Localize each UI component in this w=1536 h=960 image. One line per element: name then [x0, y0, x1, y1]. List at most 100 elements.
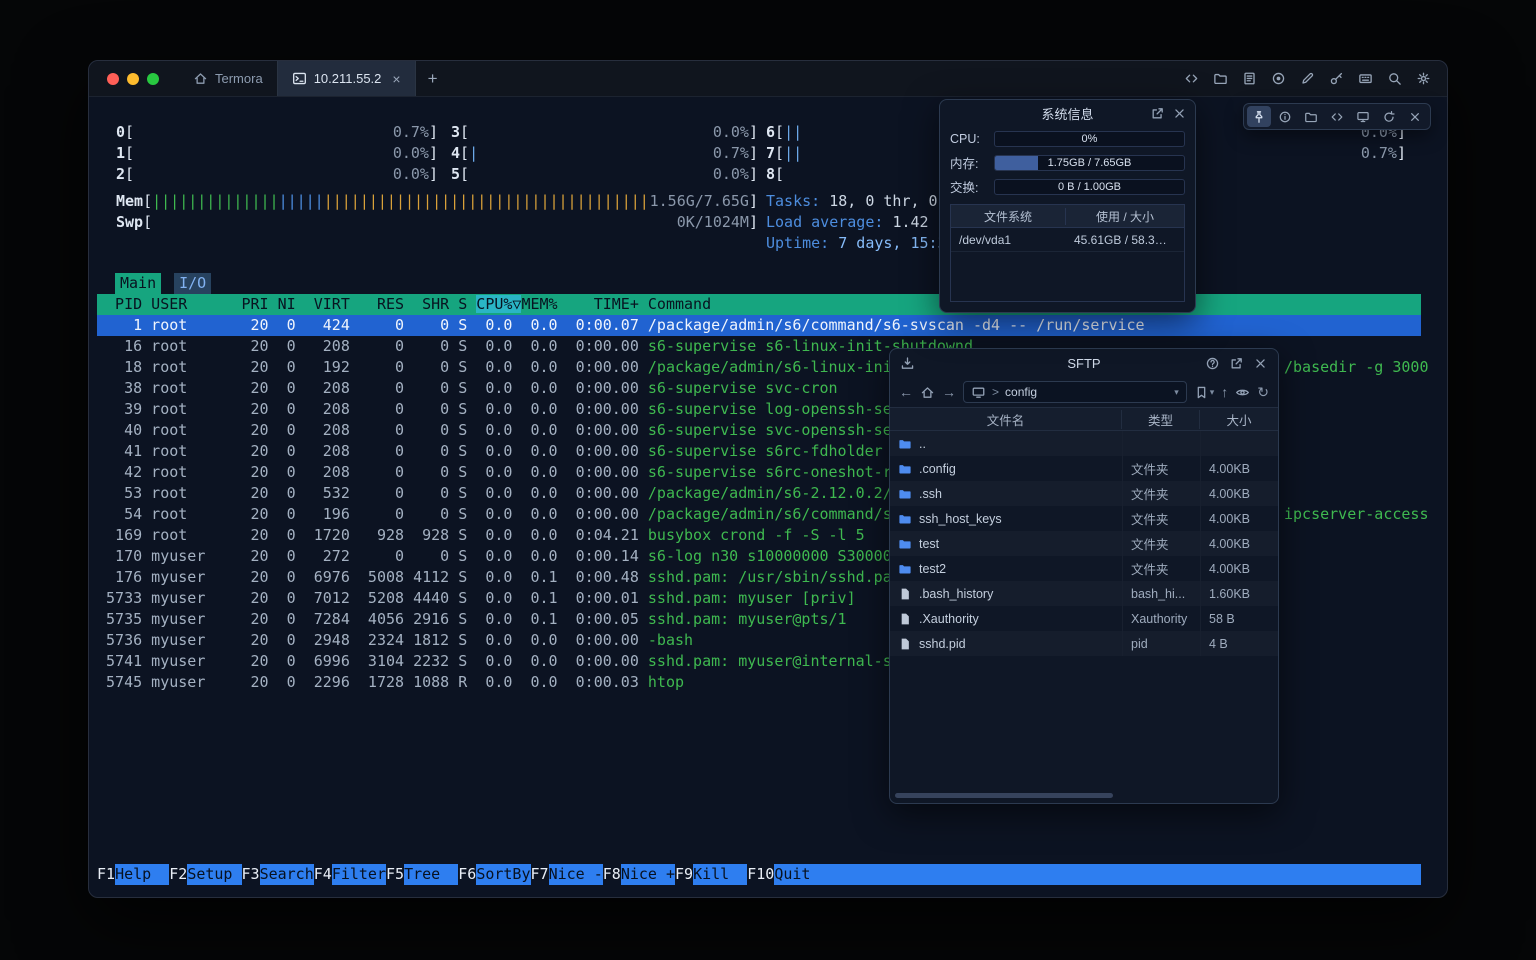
- column-filename[interactable]: 文件名: [890, 410, 1122, 429]
- close-panel-icon[interactable]: [1172, 106, 1187, 121]
- filefill-icon: [898, 612, 912, 626]
- panel-title: 系统信息: [1041, 104, 1093, 123]
- fkey-f8[interactable]: F8: [603, 864, 621, 885]
- htop-tab-main[interactable]: Main: [115, 273, 161, 294]
- fkey-label-f1[interactable]: Help: [115, 864, 169, 885]
- tasks-summary: Tasks: 18, 0 thr, 0: [766, 191, 938, 212]
- key-icon[interactable]: [1324, 67, 1348, 91]
- file-row-test[interactable]: test文件夹4.00KB: [890, 531, 1278, 556]
- eye-icon: [1235, 385, 1250, 400]
- file-row-.ssh[interactable]: .ssh文件夹4.00KB: [890, 481, 1278, 506]
- file-row-test2[interactable]: test2文件夹4.00KB: [890, 556, 1278, 581]
- tab-session-10-211-55-2[interactable]: 10.211.55.2 ×: [277, 61, 416, 96]
- tab-termora[interactable]: Termora: [179, 61, 277, 96]
- fkey-label-f10[interactable]: Quit: [774, 864, 828, 885]
- show-hidden-icon[interactable]: [1235, 385, 1250, 400]
- cpu-meter-4: 4[|0.7%]: [451, 143, 758, 164]
- file-row-ssh_host_keys[interactable]: ssh_host_keys文件夹4.00KB: [890, 506, 1278, 531]
- column-size[interactable]: 大小: [1200, 410, 1278, 429]
- file-row-.config[interactable]: .config文件夹4.00KB: [890, 456, 1278, 481]
- file-row-sshd.pid[interactable]: sshd.pidpid4 B: [890, 631, 1278, 656]
- pin-icon[interactable]: [1247, 106, 1271, 127]
- open-in-window-icon[interactable]: [1229, 356, 1244, 371]
- fkey-label-f4[interactable]: Filter: [332, 864, 386, 885]
- fkey-f10[interactable]: F10: [747, 864, 774, 885]
- fkey-f4[interactable]: F4: [314, 864, 332, 885]
- fkey-label-f2[interactable]: Setup: [187, 864, 241, 885]
- fkey-label-f7[interactable]: Nice -: [549, 864, 603, 885]
- fkey-f1[interactable]: F1: [97, 864, 115, 885]
- display-icon[interactable]: [1351, 106, 1375, 127]
- code-icon[interactable]: [1179, 67, 1203, 91]
- file-type: 文件夹: [1122, 556, 1200, 581]
- fkey-label-f8[interactable]: Nice +: [621, 864, 675, 885]
- folder-icon[interactable]: [1208, 67, 1232, 91]
- fkey-label-f9[interactable]: Kill: [693, 864, 747, 885]
- upload-button[interactable]: ↑: [1221, 385, 1228, 399]
- fkey-f5[interactable]: F5: [386, 864, 404, 885]
- process-table-header[interactable]: PID USER PRI NI VIRT RES SHR S CPU%▽MEM%…: [97, 294, 1421, 315]
- maximize-window-button[interactable]: [147, 73, 159, 85]
- close-icon: [1172, 106, 1187, 121]
- macro-icon[interactable]: [1353, 67, 1377, 91]
- file-row-parent[interactable]: ..: [890, 431, 1278, 456]
- search-icon[interactable]: [1382, 67, 1406, 91]
- memory-usage-row: 内存: 1.75GB / 7.65GB: [940, 151, 1195, 174]
- log-icon[interactable]: [1237, 67, 1261, 91]
- current-directory[interactable]: config: [1005, 385, 1037, 399]
- refresh-button[interactable]: ↻: [1257, 385, 1269, 399]
- fkey-label-f6[interactable]: SortBy: [476, 864, 530, 885]
- path-dropdown-icon[interactable]: ▾: [1174, 387, 1179, 398]
- filesystem-row[interactable]: /dev/vda1 45.61GB / 58.3…: [951, 228, 1184, 252]
- fkey-f2[interactable]: F2: [169, 864, 187, 885]
- external-icon: [1229, 356, 1244, 371]
- edit-icon: [1300, 71, 1315, 86]
- folder-icon[interactable]: [1299, 106, 1323, 127]
- edit-icon[interactable]: [1295, 67, 1319, 91]
- process-row-1[interactable]: 1 root 20 0 424 0 0 S 0.0 0.0 0:00.07 /p…: [97, 315, 1421, 336]
- file-type: 文件夹: [1122, 531, 1200, 556]
- file-type: 文件夹: [1122, 481, 1200, 506]
- file-row-.bash_history[interactable]: .bash_historybash_hi...1.60KB: [890, 581, 1278, 606]
- file-type: bash_hi...: [1122, 581, 1200, 606]
- info-icon[interactable]: [1273, 106, 1297, 127]
- fkey-label-f5[interactable]: Tree: [404, 864, 458, 885]
- open-in-window-icon[interactable]: [1150, 106, 1165, 121]
- file-row-.Xauthority[interactable]: .XauthorityXauthority58 B: [890, 606, 1278, 631]
- back-button[interactable]: ←: [899, 385, 913, 399]
- transfers-icon[interactable]: [900, 356, 915, 371]
- htop-tab-io[interactable]: I/O: [174, 273, 211, 294]
- record-icon: [1271, 71, 1286, 86]
- column-type[interactable]: 类型: [1122, 410, 1200, 429]
- horizontal-scrollbar[interactable]: [895, 793, 1113, 798]
- home-button[interactable]: [920, 385, 935, 400]
- bookmarks-button[interactable]: ▾: [1194, 385, 1215, 400]
- fkey-f6[interactable]: F6: [458, 864, 476, 885]
- path-breadcrumb[interactable]: > config ▾: [963, 381, 1187, 403]
- record-icon[interactable]: [1266, 67, 1290, 91]
- close-window-button[interactable]: [107, 73, 119, 85]
- fkey-f7[interactable]: F7: [531, 864, 549, 885]
- help-icon[interactable]: [1205, 356, 1220, 371]
- macro-icon: [1358, 71, 1373, 86]
- new-tab-button[interactable]: +: [416, 61, 450, 96]
- cpu-usage-row: CPU: 0%: [940, 127, 1195, 150]
- fkey-f9[interactable]: F9: [675, 864, 693, 885]
- close-sftp-icon[interactable]: [1253, 356, 1268, 371]
- settings-icon[interactable]: [1411, 67, 1435, 91]
- forward-button[interactable]: →: [942, 385, 956, 399]
- fkey-f3[interactable]: F3: [242, 864, 260, 885]
- sort-column-cpu[interactable]: CPU%▽: [476, 295, 521, 313]
- fkey-label-f3[interactable]: Search: [260, 864, 314, 885]
- htop-view-tabs: Main I/O: [115, 273, 211, 294]
- file-size: 4 B: [1200, 631, 1278, 656]
- refresh-icon[interactable]: [1377, 106, 1401, 127]
- file-name: ssh_host_keys: [919, 512, 1002, 526]
- close-icon[interactable]: [1403, 106, 1427, 127]
- close-tab-icon[interactable]: ×: [392, 71, 400, 87]
- minimize-window-button[interactable]: [127, 73, 139, 85]
- file-size: 4.00KB: [1200, 506, 1278, 531]
- code-icon[interactable]: [1325, 106, 1349, 127]
- file-size: 1.60KB: [1200, 581, 1278, 606]
- sftp-titlebar: SFTP: [890, 349, 1278, 377]
